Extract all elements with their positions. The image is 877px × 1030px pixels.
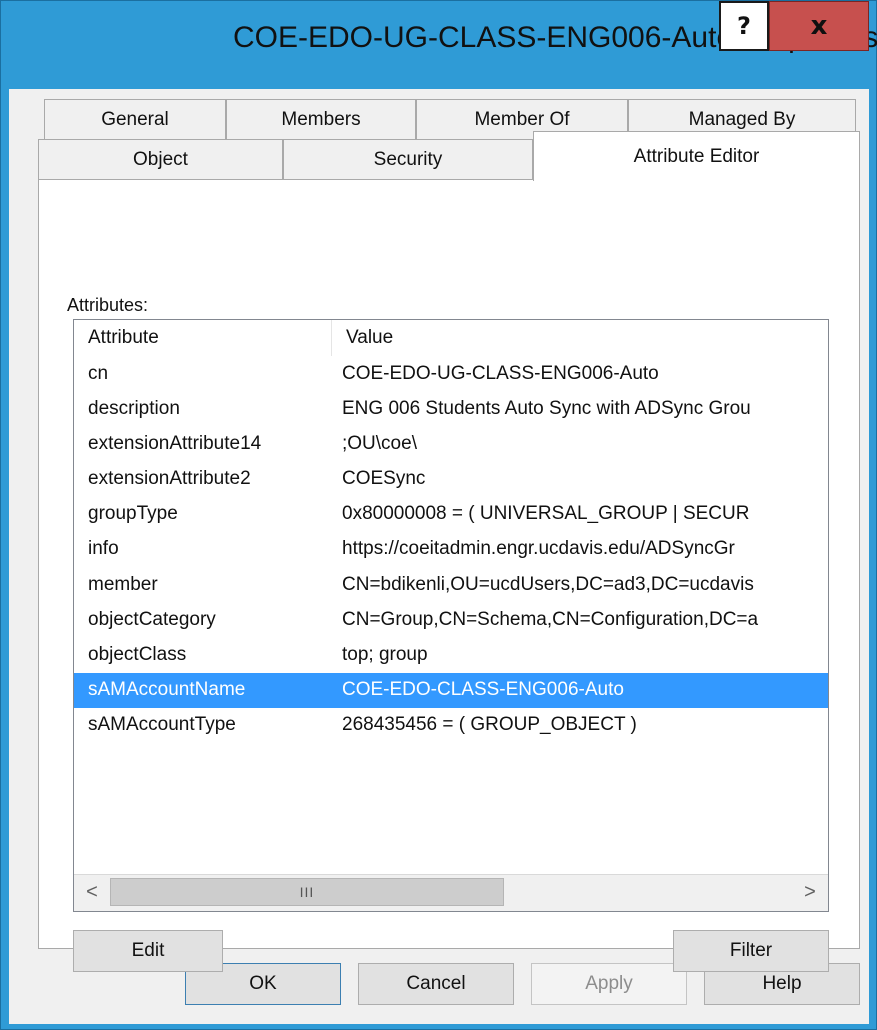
attribute-name-cell: sAMAccountType [88, 714, 236, 736]
scroll-left-icon[interactable]: < [74, 875, 110, 910]
table-row[interactable]: sAMAccountType 268435456 = ( GROUP_OBJECT… [74, 708, 828, 743]
close-icon: x [810, 11, 828, 41]
attribute-name-cell: info [88, 538, 119, 560]
question-mark-icon: ? [737, 12, 751, 40]
attribute-name-cell: objectClass [88, 644, 187, 665]
attribute-value-cell: https://coeitadmin.engr.ucdavis.edu/ADSy… [342, 538, 735, 560]
table-row[interactable]: description ENG 006 Students Auto Sync wi… [74, 391, 828, 426]
apply-button[interactable]: Apply [531, 963, 687, 1005]
title-bar[interactable]: COE-EDO-UG-CLASS-ENG006-Auto Properties … [1, 1, 877, 89]
attribute-value-cell: COE-EDO-CLASS-ENG006-Auto [342, 679, 624, 701]
table-row[interactable]: objectCategory CN=Group,CN=Schema,CN=Conf… [74, 602, 828, 637]
table-row[interactable]: member CN=bdikenli,OU=ucdUsers,DC=ad3,DC=… [74, 567, 828, 602]
table-row[interactable]: cn COE-EDO-UG-CLASS-ENG006-Auto [74, 356, 828, 391]
table-row[interactable]: info https://coeitadmin.engr.ucdavis.edu/… [74, 532, 828, 567]
table-row[interactable]: groupType 0x80000008 = ( UNIVERSAL_GROUP … [74, 497, 828, 532]
close-button[interactable]: x [769, 1, 869, 51]
attributes-list[interactable]: Attribute Value cn COE-EDO-UG-CLASS-ENG00… [73, 319, 829, 912]
help-caption-button[interactable]: ? [719, 1, 769, 51]
attribute-value-cell: top; group [342, 644, 428, 665]
attributes-label: Attributes: [67, 295, 149, 315]
column-header-attribute[interactable]: Attribute [74, 320, 332, 356]
attribute-rows: cn COE-EDO-UG-CLASS-ENG006-Auto descriptio… [74, 356, 828, 743]
tab-security[interactable]: Security [283, 139, 533, 179]
attribute-name-cell: sAMAccountName [88, 679, 246, 701]
table-row[interactable]: objectClass top; group [74, 638, 828, 673]
attribute-name-cell: groupType [88, 503, 178, 525]
attribute-name-cell: extensionAttribute2 [88, 468, 251, 490]
attribute-name-cell: description [88, 397, 180, 419]
list-header: Attribute Value [74, 320, 828, 356]
attribute-value-cell: 268435456 = ( GROUP_OBJECT ) [342, 714, 637, 736]
edit-button[interactable]: Edit [73, 930, 223, 972]
tab-object[interactable]: Object [38, 139, 283, 179]
attribute-value-cell: CN=bdikenli,OU=ucdUsers,DC=ad3,DC=ucdavi… [342, 573, 754, 595]
scroll-right-icon[interactable]: > [792, 875, 828, 910]
table-row[interactable]: extensionAttribute14 ;OU\coe\ [74, 426, 828, 461]
scroll-thumb[interactable]: III [110, 878, 504, 906]
attribute-name-cell: objectCategory [88, 608, 216, 630]
attribute-name-cell: member [88, 573, 158, 595]
attribute-name-cell: extensionAttribute14 [88, 432, 262, 454]
table-row[interactable]: extensionAttribute2 COESync [74, 462, 828, 497]
attribute-value-cell: ;OU\coe\ [342, 432, 417, 454]
attribute-value-cell: COESync [342, 468, 426, 490]
table-row[interactable]: sAMAccountName COE-EDO-CLASS-ENG006-Auto [74, 672, 828, 708]
attribute-value-cell: COE-EDO-UG-CLASS-ENG006-Auto [342, 362, 659, 384]
dialog-client-area: General Members Member Of Managed By Obj… [9, 89, 869, 1024]
attribute-value-cell: 0x80000008 = ( UNIVERSAL_GROUP | SECUR [342, 503, 750, 525]
attribute-value-cell: CN=Group,CN=Schema,CN=Configuration,DC=a [342, 608, 759, 630]
attribute-name-cell: cn [88, 362, 109, 384]
tab-members[interactable]: Members [226, 99, 416, 139]
tab-general[interactable]: General [44, 99, 226, 139]
properties-window: COE-EDO-UG-CLASS-ENG006-Auto Properties … [0, 0, 877, 1030]
cancel-button[interactable]: Cancel [358, 963, 514, 1005]
tab-attribute-editor[interactable]: Attribute Editor [533, 131, 860, 181]
attribute-editor-panel: Attributes: Attribute Value cn COE-EDO-UG… [38, 179, 860, 972]
attribute-value-cell: ENG 006 Students Auto Sync with ADSync G… [342, 397, 751, 419]
filter-button[interactable]: Filter [673, 930, 829, 972]
horizontal-scrollbar[interactable]: < III > [74, 874, 828, 911]
column-header-value[interactable]: Value [332, 320, 828, 356]
